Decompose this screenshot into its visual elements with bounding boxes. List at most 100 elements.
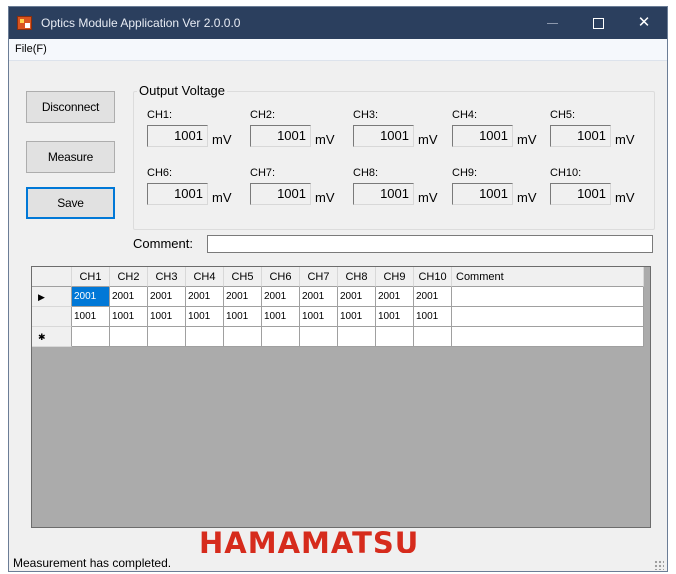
- title-bar[interactable]: Optics Module Application Ver 2.0.0.0 ✕: [9, 7, 667, 39]
- close-icon: ✕: [637, 14, 651, 31]
- grid-cell[interactable]: [452, 327, 644, 347]
- menu-bar: File(F): [9, 39, 667, 61]
- row-header[interactable]: [32, 307, 72, 327]
- ch1-unit: mV: [212, 132, 232, 147]
- ch7-unit: mV: [315, 190, 335, 205]
- grid-cell[interactable]: [148, 327, 186, 347]
- ch7-label: CH7:: [250, 167, 276, 179]
- grid-cell[interactable]: [224, 327, 262, 347]
- grid-corner-header[interactable]: [32, 267, 72, 287]
- grid-cell[interactable]: 1001: [224, 307, 262, 327]
- comment-label: Comment:: [133, 236, 193, 251]
- ch8-value: 1001: [353, 183, 414, 205]
- grid-cell[interactable]: 1001: [110, 307, 148, 327]
- grid-cell[interactable]: 1001: [300, 307, 338, 327]
- column-header[interactable]: CH3: [148, 267, 186, 287]
- measure-button[interactable]: Measure: [26, 141, 115, 173]
- output-voltage-group: [133, 91, 655, 230]
- grid-cell[interactable]: 2001: [262, 287, 300, 307]
- ch2-value: 1001: [250, 125, 311, 147]
- resize-grip-icon[interactable]: [654, 560, 664, 570]
- ch3-label: CH3:: [353, 109, 379, 121]
- grid-cell[interactable]: [262, 327, 300, 347]
- ch6-value: 1001: [147, 183, 208, 205]
- ch10-label: CH10:: [550, 167, 582, 179]
- comment-input[interactable]: [207, 235, 653, 253]
- current-row-indicator-icon[interactable]: ▶: [32, 287, 72, 307]
- column-header[interactable]: CH5: [224, 267, 262, 287]
- grid-cell[interactable]: [300, 327, 338, 347]
- grid-cell[interactable]: 1001: [72, 307, 110, 327]
- ch9-unit: mV: [517, 190, 537, 205]
- grid-cell[interactable]: 2001: [414, 287, 452, 307]
- menu-file[interactable]: File(F): [15, 43, 47, 55]
- minimize-icon: [546, 22, 558, 24]
- grid-cell[interactable]: 2001: [376, 287, 414, 307]
- grid-cell[interactable]: 1001: [414, 307, 452, 327]
- column-header[interactable]: CH6: [262, 267, 300, 287]
- maximize-icon: [592, 17, 604, 29]
- grid-cell[interactable]: 2001: [300, 287, 338, 307]
- grid-cell[interactable]: 2001: [186, 287, 224, 307]
- column-header[interactable]: Comment: [452, 267, 644, 287]
- minimize-button[interactable]: [529, 7, 575, 39]
- ch6-label: CH6:: [147, 167, 173, 179]
- status-bar: Measurement has completed.: [9, 553, 667, 571]
- ch4-label: CH4:: [452, 109, 478, 121]
- ch10-unit: mV: [615, 190, 635, 205]
- column-header[interactable]: CH10: [414, 267, 452, 287]
- ch5-unit: mV: [615, 132, 635, 147]
- new-row-indicator-icon[interactable]: ✱: [32, 327, 72, 347]
- grid-cell[interactable]: 2001: [338, 287, 376, 307]
- ch7-value: 1001: [250, 183, 311, 205]
- column-header[interactable]: CH9: [376, 267, 414, 287]
- column-header[interactable]: CH8: [338, 267, 376, 287]
- ch2-unit: mV: [315, 132, 335, 147]
- output-voltage-title: Output Voltage: [137, 83, 228, 98]
- measurement-grid[interactable]: CH1 CH2 CH3 CH4 CH5 CH6 CH7 CH8 CH9 CH10 Comment ▶ 2…: [31, 266, 651, 528]
- grid-cell[interactable]: [72, 327, 110, 347]
- grid-cell[interactable]: [338, 327, 376, 347]
- maximize-button[interactable]: [575, 7, 621, 39]
- ch8-label: CH8:: [353, 167, 379, 179]
- ch3-unit: mV: [418, 132, 438, 147]
- grid-cell[interactable]: 1001: [186, 307, 224, 327]
- ch3-value: 1001: [353, 125, 414, 147]
- grid-cell[interactable]: 1001: [262, 307, 300, 327]
- ch9-label: CH9:: [452, 167, 478, 179]
- grid-cell[interactable]: [452, 307, 644, 327]
- ch10-value: 1001: [550, 183, 611, 205]
- disconnect-button[interactable]: Disconnect: [26, 91, 115, 123]
- close-button[interactable]: ✕: [621, 7, 667, 39]
- grid-cell[interactable]: 1001: [148, 307, 186, 327]
- grid-cell[interactable]: [186, 327, 224, 347]
- ch8-unit: mV: [418, 190, 438, 205]
- ch1-label: CH1:: [147, 109, 173, 121]
- column-header[interactable]: CH2: [110, 267, 148, 287]
- ch6-unit: mV: [212, 190, 232, 205]
- app-window: Optics Module Application Ver 2.0.0.0 ✕ …: [8, 6, 668, 572]
- ch4-unit: mV: [517, 132, 537, 147]
- app-icon: [17, 16, 32, 30]
- grid-cell[interactable]: [376, 327, 414, 347]
- ch5-value: 1001: [550, 125, 611, 147]
- column-header[interactable]: CH7: [300, 267, 338, 287]
- column-header[interactable]: CH4: [186, 267, 224, 287]
- grid-cell[interactable]: 2001: [110, 287, 148, 307]
- ch4-value: 1001: [452, 125, 513, 147]
- grid-cell[interactable]: 1001: [338, 307, 376, 327]
- column-header[interactable]: CH1: [72, 267, 110, 287]
- ch5-label: CH5:: [550, 109, 576, 121]
- ch9-value: 1001: [452, 183, 513, 205]
- grid-cell[interactable]: 1001: [376, 307, 414, 327]
- save-button[interactable]: Save: [26, 187, 115, 219]
- grid-cell[interactable]: 2001: [72, 287, 110, 307]
- grid-cell[interactable]: 2001: [224, 287, 262, 307]
- grid-cell[interactable]: 2001: [148, 287, 186, 307]
- grid-cell[interactable]: [414, 327, 452, 347]
- grid-cell[interactable]: [110, 327, 148, 347]
- status-text: Measurement has completed.: [13, 556, 172, 570]
- grid-cell[interactable]: [452, 287, 644, 307]
- ch1-value: 1001: [147, 125, 208, 147]
- window-title: Optics Module Application Ver 2.0.0.0: [41, 16, 241, 30]
